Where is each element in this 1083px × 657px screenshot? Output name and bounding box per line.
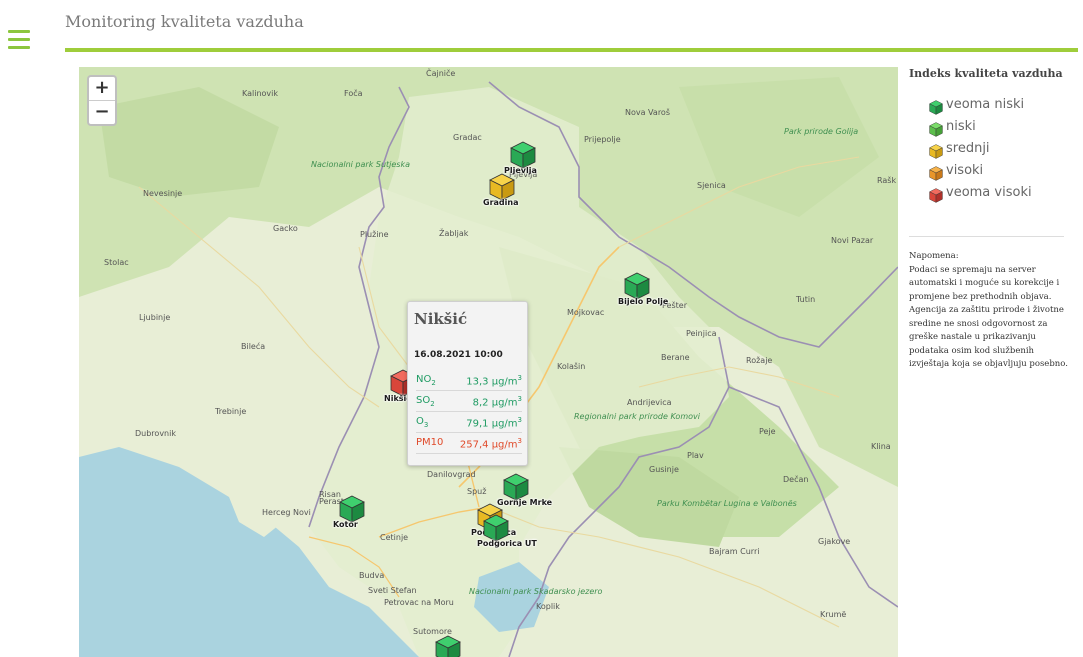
place-label: Danilovgrad xyxy=(427,470,476,479)
pollutant-value: 8,2 μg/m3 xyxy=(472,395,522,409)
station-label: Gornje Mrke xyxy=(497,498,553,507)
place-label: Nacionalni park Skadarsko jezero xyxy=(469,587,603,596)
place-label: Ljubinje xyxy=(139,313,171,322)
note-heading: Napomena: xyxy=(909,251,959,261)
place-label: Gradac xyxy=(453,133,482,142)
pollutant-name: NO2 xyxy=(416,374,436,387)
place-label: Sjenica xyxy=(697,181,726,190)
station-label: Bijelo Polje xyxy=(618,297,669,306)
place-label: Bajram Curri xyxy=(709,547,760,556)
place-label: Bileća xyxy=(241,342,266,351)
place-label: Nevesinje xyxy=(143,189,183,198)
measurement-row: O3 79,1 μg/m3 xyxy=(416,412,522,433)
popup-date: 16.08.2021 10:00 xyxy=(414,350,503,360)
place-label: Dubrovnik xyxy=(135,429,176,438)
station-marker[interactable] xyxy=(510,141,536,169)
place-label: Cetinje xyxy=(380,533,409,542)
station-label: Gradina xyxy=(483,198,519,207)
place-label: Nacionalni park Sutjeska xyxy=(311,160,411,169)
legend-label: niski xyxy=(946,119,976,134)
place-label: Peinjica xyxy=(686,329,717,338)
place-label: Petrovac na Moru xyxy=(384,598,454,607)
place-label: Rašk xyxy=(877,176,897,185)
measurement-row: PM10 257,4 μg/m3 xyxy=(416,433,522,454)
measurement-row: NO2 13,3 μg/m3 xyxy=(416,370,522,391)
station-marker[interactable] xyxy=(624,272,650,300)
place-label: Žabljak xyxy=(439,229,469,238)
pollutant-name: O3 xyxy=(416,416,429,429)
zoom-in-button[interactable]: + xyxy=(89,77,115,100)
popup-title: Nikšić xyxy=(414,310,468,328)
legend-label: veoma visoki xyxy=(946,185,1032,200)
station-marker[interactable] xyxy=(339,495,365,523)
legend-label: veoma niski xyxy=(946,97,1025,112)
legend-label: visoki xyxy=(946,163,984,178)
legend-item: visoki xyxy=(929,159,1069,181)
pollutant-value: 13,3 μg/m3 xyxy=(466,374,522,388)
place-label: Prijepolje xyxy=(584,135,621,144)
place-label: Plav xyxy=(687,451,704,460)
place-label: Klina xyxy=(871,442,891,451)
legend-title: Indeks kvaliteta vazduha xyxy=(909,67,1063,80)
station-marker[interactable] xyxy=(503,473,529,501)
place-label: Plužine xyxy=(360,230,389,239)
place-label: Gjakove xyxy=(818,537,851,546)
place-label: Budva xyxy=(359,571,385,580)
place-label: Foča xyxy=(344,89,363,98)
zoom-control: + − xyxy=(87,75,117,126)
legend-item: niski xyxy=(929,115,1069,137)
pollutant-value: 257,4 μg/m3 xyxy=(459,437,522,451)
place-label: Čajniče xyxy=(426,69,456,78)
place-label: Krumë xyxy=(820,610,847,619)
menu-icon[interactable] xyxy=(8,30,30,50)
place-label: Rožaje xyxy=(746,356,773,365)
place-label: Berane xyxy=(661,353,690,362)
place-label: Parku Kombëtar Lugina e Valbonës xyxy=(657,499,797,508)
place-label: Tutin xyxy=(796,295,816,304)
place-label: Stolac xyxy=(104,258,129,267)
legend-item: veoma visoki xyxy=(929,181,1069,203)
place-label: Novi Pazar xyxy=(831,236,874,245)
place-label: Nova Varoš xyxy=(625,108,670,117)
place-label: Peje xyxy=(759,427,776,436)
place-label: Kalinovik xyxy=(242,89,279,98)
measurement-row: SO2 8,2 μg/m3 xyxy=(416,391,522,412)
station-marker[interactable] xyxy=(483,514,509,542)
place-label: Gusinje xyxy=(649,465,679,474)
place-label: Herceg Novi xyxy=(262,508,311,517)
pollutant-name: PM10 xyxy=(416,437,444,448)
place-label: Andrijevica xyxy=(627,398,672,407)
station-label: Podgorica UT xyxy=(477,539,537,548)
note: Napomena: Podaci se spremaju na server a… xyxy=(909,250,1069,372)
note-text: Podaci se spremaju na server automatski … xyxy=(909,264,1068,370)
legend: Indeks kvaliteta vazduha veoma niski nisk… xyxy=(909,67,1069,203)
place-label: Park prirode Golija xyxy=(784,127,859,136)
pollutant-name: SO2 xyxy=(416,395,435,408)
legend-item: veoma niski xyxy=(929,93,1069,115)
place-label: Sveti Stefan xyxy=(368,586,417,595)
place-label: Trebinje xyxy=(215,407,247,416)
place-label: Koplik xyxy=(536,602,560,611)
legend-divider xyxy=(909,236,1064,237)
legend-list: veoma niski niski srednji visoki veoma visok… xyxy=(909,93,1069,203)
place-label: Regionalni park prirode Komovi xyxy=(574,412,700,421)
place-label: Gacko xyxy=(273,224,298,233)
pollutant-value: 79,1 μg/m3 xyxy=(466,416,522,430)
station-popup: Nikšić 16.08.2021 10:00 NO2 13,3 μg/m3 SO2… xyxy=(407,301,528,466)
place-label: Dečan xyxy=(783,475,809,484)
place-label: Kolašin xyxy=(557,362,586,371)
station-marker[interactable] xyxy=(489,173,515,201)
zoom-out-button[interactable]: − xyxy=(89,100,115,124)
title-divider xyxy=(65,48,1078,52)
air-quality-map[interactable]: + − Čajniče Kalinovik Foča Pljevlja Gradac No… xyxy=(79,67,898,657)
legend-label: srednji xyxy=(946,141,990,156)
page-title: Monitoring kvaliteta vazduha xyxy=(65,12,304,31)
legend-item: srednji xyxy=(929,137,1069,159)
place-label: Mojkovac xyxy=(567,308,605,317)
station-label: Kotor xyxy=(333,520,358,529)
place-label: Spuž xyxy=(467,487,487,496)
